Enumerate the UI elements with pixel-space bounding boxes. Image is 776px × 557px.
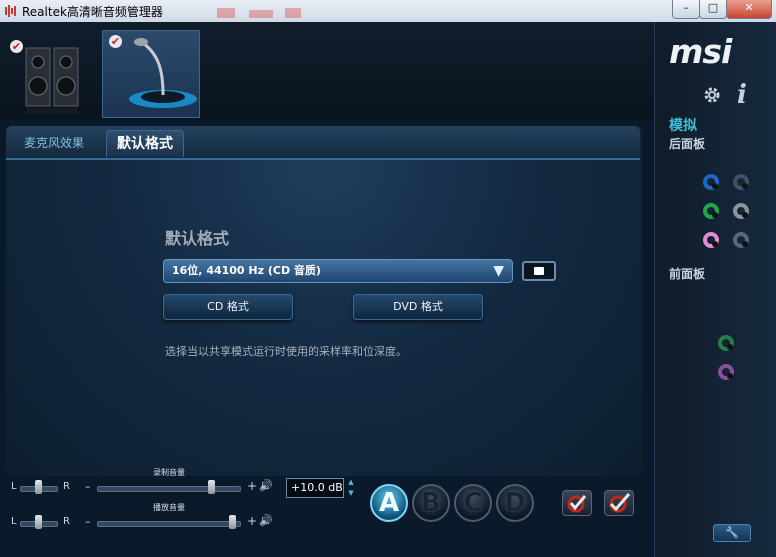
playback-volume-minus[interactable]: – [85, 515, 91, 528]
double-check-icon [609, 493, 631, 513]
info-icon[interactable]: i [737, 80, 747, 110]
default-format-heading: 默认格式 [165, 229, 230, 248]
microphone-device[interactable]: ✔ [102, 30, 200, 118]
device-strip: ✔ ✔ [0, 22, 654, 120]
tab-bar: 麦克风效果 默认格式 [6, 126, 640, 160]
dropdown-arrow-icon: ▼ [493, 263, 504, 279]
record-volume-thumb[interactable] [207, 480, 215, 494]
reset-format-button[interactable] [522, 261, 556, 281]
rear-jack-dark[interactable] [733, 174, 749, 190]
playback-volume-label: 播放音量 [153, 503, 185, 512]
minimize-button[interactable]: – [672, 0, 700, 19]
analog-label: 模拟 [669, 118, 697, 134]
format-description: 选择当以共享模式运行时使用的采样率和位深度。 [165, 345, 407, 358]
playback-volume-slider[interactable] [97, 521, 241, 527]
profile-d-button[interactable]: D [496, 484, 534, 522]
profile-b-button[interactable]: B [412, 484, 450, 522]
db-spin-down-icon[interactable]: ▼ [346, 489, 356, 498]
record-volume-slider[interactable] [97, 486, 241, 492]
rear-jack-green[interactable] [703, 203, 719, 219]
apply-all-check-button[interactable] [604, 490, 634, 516]
front-jack-green[interactable] [718, 335, 734, 351]
record-balance-left-label: L [11, 481, 17, 492]
title-bar: Realtek高清晰音频管理器 – □ ✕ [0, 0, 776, 23]
rear-panel-label: 后面板 [669, 137, 706, 151]
playback-balance-right-label: R [63, 516, 70, 527]
rear-jack-pink[interactable] [703, 232, 719, 248]
speakers-default-check-icon: ✔ [10, 40, 23, 53]
db-spin-up-icon[interactable]: ▲ [346, 478, 356, 487]
wrench-settings-button[interactable]: 🔧 [713, 524, 751, 542]
format-select-value: 16位, 44100 Hz (CD 音质) [172, 264, 321, 277]
brand-logo: msi [669, 32, 732, 71]
mic-boost-db-field[interactable]: +10.0 dB [286, 478, 344, 498]
background-artifact [217, 8, 301, 18]
speakers-device[interactable]: ✔ [4, 30, 94, 118]
front-panel-label: 前面板 [669, 267, 706, 281]
main-panel [6, 126, 642, 476]
record-volume-plus[interactable]: + [247, 479, 257, 493]
app-speaker-icon [5, 5, 16, 17]
playback-volume-plus[interactable]: + [247, 514, 257, 528]
profile-c-button[interactable]: C [454, 484, 492, 522]
playback-volume-thumb[interactable] [229, 515, 237, 529]
close-button[interactable]: ✕ [726, 0, 772, 19]
record-speaker-icon[interactable]: 🔊 [259, 479, 273, 492]
record-balance-right-label: R [63, 481, 70, 492]
tab-default-format[interactable]: 默认格式 [106, 130, 184, 157]
gear-icon[interactable] [703, 86, 721, 104]
rear-jack-slate[interactable] [733, 232, 749, 248]
record-balance-thumb[interactable] [35, 480, 42, 494]
dvd-format-button[interactable]: DVD 格式 [353, 294, 483, 320]
playback-balance-left-label: L [11, 516, 17, 527]
format-select[interactable]: 16位, 44100 Hz (CD 音质) ▼ [163, 259, 513, 283]
apply-check-button[interactable] [562, 490, 592, 516]
playback-balance-thumb[interactable] [35, 515, 42, 529]
microphone-default-check-icon: ✔ [109, 35, 122, 48]
tab-mic-effects[interactable]: 麦克风效果 [14, 130, 94, 156]
window-title: Realtek高清晰音频管理器 [22, 5, 163, 19]
profile-a-button[interactable]: A [370, 484, 408, 522]
side-panel: msi i 模拟 后面板 前面板 🔧 [654, 22, 776, 557]
rear-jack-gray[interactable] [733, 203, 749, 219]
rear-jack-blue[interactable] [703, 174, 719, 190]
cd-format-button[interactable]: CD 格式 [163, 294, 293, 320]
front-jack-purple[interactable] [718, 364, 734, 380]
maximize-button[interactable]: □ [699, 0, 727, 19]
record-volume-minus[interactable]: – [85, 480, 91, 493]
playback-speaker-icon[interactable]: 🔊 [259, 514, 273, 527]
record-volume-label: 录制音量 [153, 468, 185, 477]
check-icon [567, 495, 587, 513]
